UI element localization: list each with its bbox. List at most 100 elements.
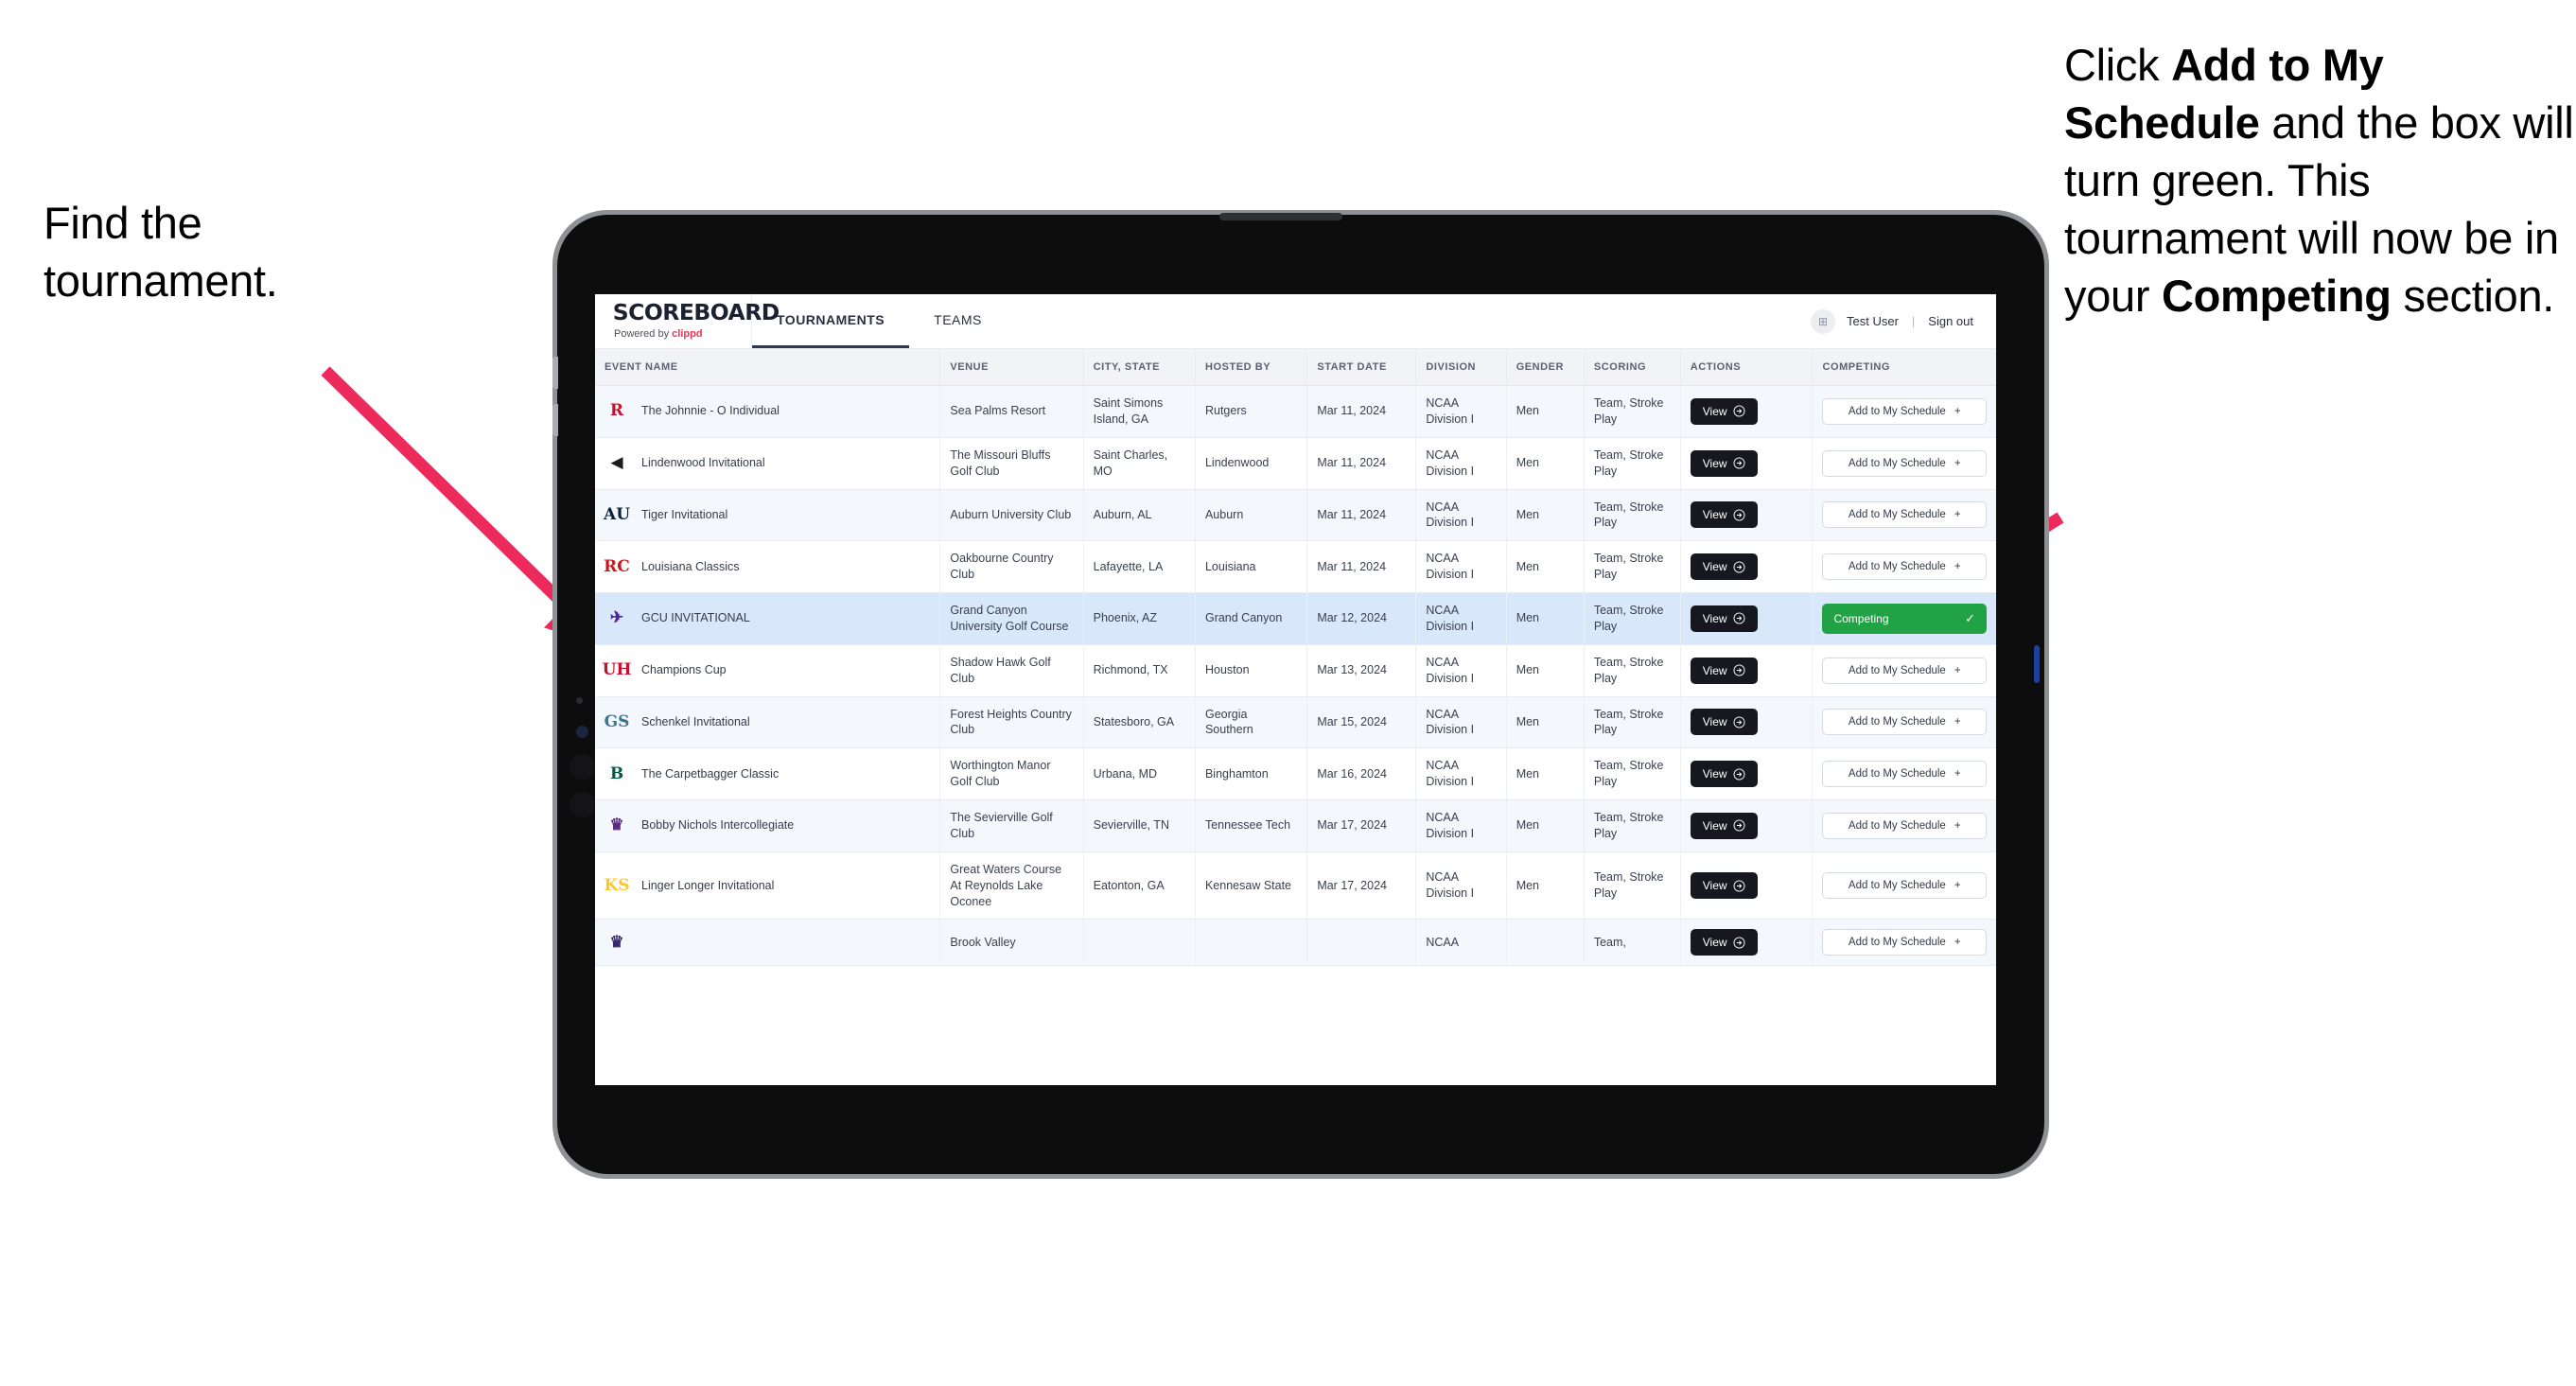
- cell-hosted-by: Auburn: [1195, 489, 1308, 542]
- event-name-text: The Carpetbagger Classic: [641, 766, 780, 781]
- col-competing[interactable]: COMPETING: [1812, 349, 1996, 386]
- cell-hosted-by: Tennessee Tech: [1195, 799, 1308, 852]
- plus-icon: +: [1954, 457, 1961, 469]
- cell-hosted-by: Rutgers: [1195, 385, 1308, 438]
- col-event-name[interactable]: EVENT NAME: [595, 349, 941, 386]
- table-row[interactable]: RC Louisiana Classics Oakbourne Country Cl…: [595, 540, 1996, 593]
- scroll-indicator[interactable]: [2034, 645, 2040, 683]
- add-to-my-schedule-button[interactable]: Add to My Schedule +: [1822, 812, 1987, 839]
- add-to-my-schedule-button[interactable]: Add to My Schedule +: [1822, 657, 1987, 684]
- table-row[interactable]: KS Linger Longer Invitational Great Waters…: [595, 851, 1996, 921]
- event-name-text: GCU INVITATIONAL: [641, 611, 750, 625]
- view-button[interactable]: View: [1690, 929, 1758, 956]
- table-row[interactable]: GS Schenkel Invitational Forest Heights Co…: [595, 696, 1996, 749]
- cell-scoring: Team, Stroke Play: [1584, 385, 1681, 438]
- sign-out-link[interactable]: Sign out: [1928, 314, 1973, 328]
- cell-actions: View: [1680, 540, 1814, 593]
- view-button[interactable]: View: [1690, 709, 1758, 736]
- cell-gender: Men: [1506, 747, 1585, 800]
- view-button[interactable]: View: [1690, 397, 1758, 425]
- view-button[interactable]: View: [1690, 501, 1758, 529]
- table-row[interactable]: UH Champions Cup Shadow Hawk Golf Club Rich…: [595, 644, 1996, 697]
- cell-gender: Men: [1506, 592, 1585, 645]
- col-scoring[interactable]: SCORING: [1584, 349, 1681, 386]
- cell-event-name: GS Schenkel Invitational: [595, 696, 941, 749]
- table-row[interactable]: AU Tiger Invitational Auburn University Cl…: [595, 489, 1996, 542]
- team-logo-icon: ♛: [609, 816, 624, 835]
- col-city-state[interactable]: CITY, STATE: [1083, 349, 1196, 386]
- brand-title: SCOREBOARD: [612, 301, 780, 325]
- view-button[interactable]: View: [1690, 657, 1758, 684]
- add-to-my-schedule-button[interactable]: Add to My Schedule +: [1822, 501, 1987, 529]
- view-button[interactable]: View: [1690, 872, 1758, 900]
- speaker-grille: [1219, 213, 1342, 220]
- cell-division: NCAA: [1415, 919, 1507, 967]
- tournaments-table: EVENT NAME VENUE CITY, STATE HOSTED BY S…: [595, 349, 1996, 967]
- col-hosted-by[interactable]: HOSTED BY: [1195, 349, 1308, 386]
- add-to-my-schedule-button[interactable]: Add to My Schedule +: [1822, 761, 1987, 788]
- cell-actions: View: [1680, 592, 1814, 645]
- view-button[interactable]: View: [1690, 605, 1758, 632]
- competing-button[interactable]: Competing ✓: [1822, 603, 1987, 634]
- cell-city-state: Saint Charles, MO: [1083, 437, 1196, 490]
- table-row[interactable]: ♛ Bobby Nichols Intercollegiate The Sevier…: [595, 799, 1996, 852]
- team-logo-icon: ✈: [609, 608, 624, 628]
- add-to-my-schedule-button[interactable]: Add to My Schedule +: [1822, 929, 1987, 956]
- col-gender[interactable]: GENDER: [1506, 349, 1585, 386]
- table-header: EVENT NAME VENUE CITY, STATE HOSTED BY S…: [595, 349, 1996, 386]
- add-to-my-schedule-button[interactable]: Add to My Schedule +: [1822, 872, 1987, 900]
- volume-up-button[interactable]: [552, 357, 558, 389]
- table-row[interactable]: ♛ Brook Valley NCAA Team, View Add to My Sche…: [595, 919, 1996, 967]
- cell-competing: Add to My Schedule +: [1812, 851, 1996, 921]
- tablet-device: SCOREBOARD Powered by clippd TOURNAMENTS…: [552, 210, 2049, 1179]
- team-logo-icon: B: [609, 763, 624, 783]
- cell-competing: Add to My Schedule +: [1812, 799, 1996, 852]
- table-row[interactable]: R The Johnnie - O Individual Sea Palms Res…: [595, 385, 1996, 438]
- table-row[interactable]: ◀ Lindenwood Invitational The Missouri Blu…: [595, 437, 1996, 490]
- view-label: View: [1702, 508, 1727, 522]
- event-name-text: Bobby Nichols Intercollegiate: [641, 818, 795, 833]
- view-button[interactable]: View: [1690, 812, 1758, 839]
- check-icon: ✓: [1965, 610, 1975, 625]
- plus-icon: +: [1954, 561, 1961, 573]
- col-actions[interactable]: ACTIONS: [1680, 349, 1814, 386]
- cell-city-state: Saint Simons Island, GA: [1083, 385, 1196, 438]
- cell-event-name: KS Linger Longer Invitational: [595, 851, 941, 921]
- cell-actions: View: [1680, 919, 1814, 967]
- event-name-text: Tiger Invitational: [641, 507, 728, 521]
- add-to-my-schedule-button[interactable]: Add to My Schedule +: [1822, 397, 1987, 425]
- col-start-date[interactable]: START DATE: [1306, 349, 1417, 386]
- view-label: View: [1702, 818, 1727, 833]
- brand-logo[interactable]: SCOREBOARD Powered by clippd: [595, 294, 780, 348]
- view-label: View: [1702, 404, 1727, 418]
- avatar[interactable]: ⊞: [1811, 308, 1835, 334]
- view-button[interactable]: View: [1690, 553, 1758, 581]
- col-division[interactable]: DIVISION: [1415, 349, 1507, 386]
- cell-actions: View: [1680, 696, 1814, 749]
- cell-city-state: Lafayette, LA: [1083, 540, 1196, 593]
- cell-city-state: Auburn, AL: [1083, 489, 1196, 542]
- cell-venue: Brook Valley: [939, 919, 1084, 967]
- volume-down-button[interactable]: [552, 404, 558, 436]
- view-button[interactable]: View: [1690, 449, 1758, 477]
- plus-icon: +: [1954, 716, 1961, 728]
- view-button[interactable]: View: [1690, 761, 1758, 788]
- cell-start-date: Mar 11, 2024: [1306, 385, 1417, 438]
- cell-hosted-by: Houston: [1195, 644, 1308, 697]
- tab-teams[interactable]: TEAMS: [909, 294, 1007, 348]
- add-to-my-schedule-button[interactable]: Add to My Schedule +: [1822, 553, 1987, 581]
- team-logo-icon: R: [609, 401, 624, 421]
- event-name-text: Schenkel Invitational: [641, 714, 750, 728]
- add-to-my-schedule-button[interactable]: Add to My Schedule +: [1822, 449, 1987, 477]
- cell-division: NCAA Division I: [1415, 851, 1507, 921]
- event-name-text: The Johnnie - O Individual: [641, 404, 780, 418]
- table-row[interactable]: B The Carpetbagger Classic Worthington Man…: [595, 747, 1996, 800]
- cell-scoring: Team, Stroke Play: [1584, 644, 1681, 697]
- plus-icon: +: [1954, 880, 1961, 892]
- add-to-my-schedule-button[interactable]: Add to My Schedule +: [1822, 709, 1987, 736]
- cell-venue: Grand Canyon University Golf Course: [939, 592, 1084, 645]
- cell-actions: View: [1680, 747, 1814, 800]
- cell-division: NCAA Division I: [1415, 696, 1507, 749]
- table-row[interactable]: ✈ GCU INVITATIONAL Grand Canyon University…: [595, 592, 1996, 645]
- col-venue[interactable]: VENUE: [939, 349, 1084, 386]
